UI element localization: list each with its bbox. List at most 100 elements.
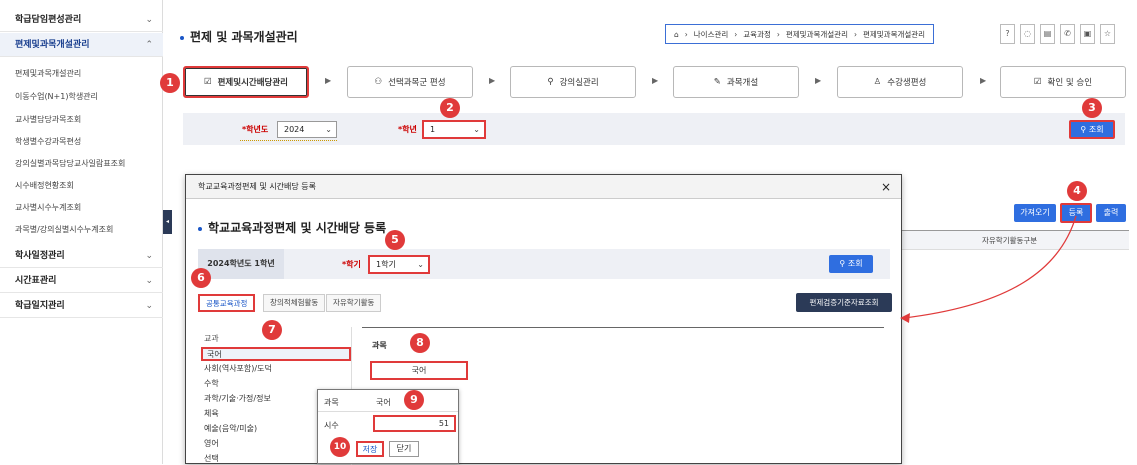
modal-header: 학교교육과정편제 및 시간배당 등록 × [186,175,901,199]
star-icon[interactable]: ☆ [1100,24,1115,44]
user-add-icon: ♙ [873,77,882,87]
grade-label: *학년 [398,125,417,134]
chevron-down-icon: ⌄ [473,125,480,134]
chevron-down-icon: ⌄ [145,276,153,286]
breadcrumb-item[interactable]: 편제및과목개설관리 [786,29,848,40]
modal-title: 학교교육과정편제 및 시간배당 등록 [198,219,386,236]
step-approval[interactable]: ☑ 확인 및 승인 [1000,66,1126,98]
hours-input[interactable]: 51 [373,415,456,432]
chevron-down-icon: ⌄ [145,15,153,25]
step-badge: 4 [1067,181,1087,201]
page-title: 편제 및 과목개설관리 [180,28,298,45]
sidebar-item[interactable]: 교사별담당과목조회 [15,114,81,125]
grade-info: 2024학년도 1학년 [198,249,284,279]
step-badge: 7 [262,320,282,340]
close-icon[interactable]: × [881,175,891,199]
subject-item[interactable]: 수학 [204,378,219,389]
sidebar-item[interactable]: 이동수업(N+1)학생관리 [15,91,98,102]
course-item[interactable]: 국어 [370,361,468,380]
subject-item[interactable]: 과학/기술·가정/정보 [204,393,271,404]
breadcrumb-item[interactable]: 편제및과목개설관리 [863,29,925,40]
arrow-right-icon: ▶ [815,76,822,85]
sidebar-item[interactable]: 편제및과목개설관리 [15,68,81,79]
step-classroom[interactable]: ⚲ 강의실관리 [510,66,636,98]
subject-item[interactable]: 사회(역사포함)/도덕 [204,363,272,374]
save-button[interactable]: 저장 [356,441,384,457]
sidebar-item[interactable]: 과목별/강의실별시수누계조회 [15,224,113,235]
term-label: *학기 [342,260,361,269]
sidebar-group-homeroom[interactable]: 학급담임편성관리 ⌄ [0,8,163,32]
chevron-up-icon: ⌃ [145,40,153,50]
chevron-down-icon: ⌄ [325,125,332,134]
calendar-icon[interactable]: ▣ [1080,24,1095,44]
subject-item[interactable]: 체육 [204,408,219,419]
home-icon[interactable]: ⌂ [674,30,679,39]
sidebar-group-diary[interactable]: 학급일지관리 ⌄ [0,294,163,318]
term-select[interactable]: 1학기 ⌄ [368,255,430,274]
step-badge: 10 [330,437,350,457]
step-badge: 2 [440,98,460,118]
sidebar-item[interactable]: 학생별수강과목편성 [15,136,81,147]
search-icon: ⚲ [547,77,554,87]
sidebar-item[interactable]: 강의실별과목담당교사일람표조회 [15,158,125,169]
document-icon[interactable]: ▤ [1040,24,1055,44]
year-underline [240,140,337,141]
print-button[interactable]: 출력 [1096,204,1126,222]
help-icon[interactable]: ? [1000,24,1015,44]
modal-filter-bar: 2024학년도 1학년 *학기 1학기 ⌄ ⚲ 조회 [198,249,890,279]
step-elective-groups[interactable]: ⚇ 선택과목군 편성 [347,66,473,98]
sidebar-item[interactable]: 시수배정현황조회 [15,180,74,191]
breadcrumb-item[interactable]: 나이스관리 [694,29,729,40]
subject-item[interactable]: 영어 [204,438,219,449]
subject-item[interactable]: 선택 [204,453,219,464]
modal-search-button[interactable]: ⚲ 조회 [829,255,873,273]
chevron-down-icon: ⌄ [145,301,153,311]
step-badge: 3 [1082,98,1102,118]
modal-dialog: 학교교육과정편제 및 시간배당 등록 × 학교교육과정편제 및 시간배당 등록 2… [185,174,902,465]
sidebar-group-schedule[interactable]: 학사일정관리 ⌄ [0,244,163,268]
sidebar-group-curriculum[interactable]: 편제및과목개설관리 ⌃ [0,33,163,57]
course-label: 과목 [324,398,339,407]
sidebar: 학급담임편성관리 ⌄ 편제및과목개설관리 ⌃ 편제및과목개설관리 이동수업(N+1)… [0,0,163,464]
hours-label: 시수 [324,421,339,430]
step-timetable-allocation[interactable]: ☑ 편제및시간배당관리 [183,66,309,98]
group-icon: ⚇ [374,77,383,87]
arrow-right-icon: ▶ [489,76,496,85]
step-course-opening[interactable]: ✎ 과목개설 [673,66,799,98]
tab-free-semester[interactable]: 자유학기활동 [326,294,382,312]
year-select[interactable]: 2024 ⌄ [277,121,337,138]
grade-select[interactable]: 1 ⌄ [422,120,486,139]
search-button[interactable]: ⚲ 조회 [1069,120,1115,139]
sidebar-collapse-button[interactable]: ◂ [163,210,172,234]
arrow-right-icon: ▶ [325,76,332,85]
chevron-down-icon: ⌄ [417,260,424,269]
tab-creative-activity[interactable]: 창의적체험활동 [263,294,326,312]
edit-icon: ✎ [713,77,721,87]
breadcrumb: ⌂ › 나이스관리 › 교육과정 › 편제및과목개설관리 › 편제및과목개설관리 [665,24,935,44]
phone-icon[interactable]: ✆ [1060,24,1075,44]
chat-icon[interactable]: ◌ [1020,24,1035,44]
tab-common-curriculum[interactable]: 공통교육과정 [198,294,256,312]
sidebar-item[interactable]: 교사별시수누계조회 [15,202,81,213]
arrow-right-icon: ▶ [980,76,987,85]
subject-item[interactable]: 국어 [201,347,351,361]
subject-item[interactable]: 예술(음악/미술) [204,423,257,434]
arrow-right-icon: ▶ [652,76,659,85]
close-button[interactable]: 닫기 [389,441,419,457]
check-icon: ☑ [1033,77,1042,87]
search-icon: ⚲ [839,259,848,268]
breadcrumb-item[interactable]: 교육과정 [743,29,771,40]
subject-col-header: 교과 [204,334,219,343]
course-panel: 과목 국어 [362,327,884,380]
standard-data-button[interactable]: 편제검증기준자료조회 [796,293,892,312]
course-value: 국어 [376,398,391,407]
checklist-icon: ☑ [203,77,212,87]
step-badge: 6 [191,268,211,288]
course-col-header: 과목 [372,341,387,350]
bullet-icon [180,35,184,40]
sidebar-group-timetable[interactable]: 시간표관리 ⌄ [0,269,163,293]
step-enrollment[interactable]: ♙ 수강생편성 [837,66,963,98]
step-badge: 8 [410,333,430,353]
step-badge: 1 [160,73,180,93]
step-badge: 5 [385,230,405,250]
